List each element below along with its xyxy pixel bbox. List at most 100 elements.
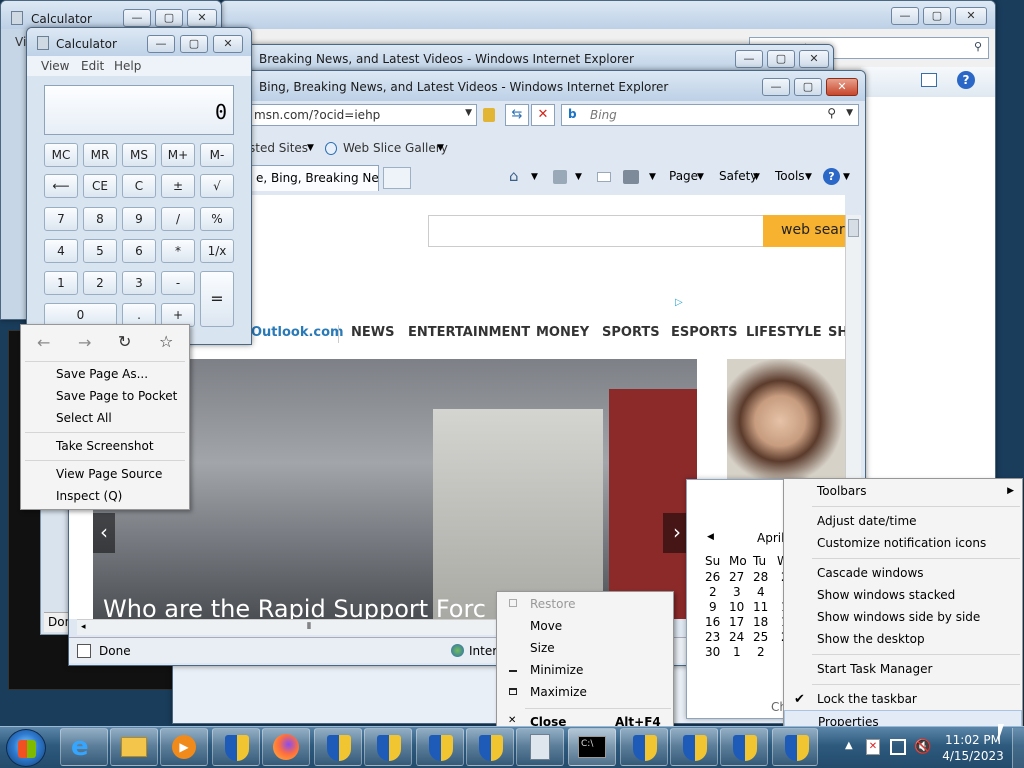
nav-lifestyle[interactable]: LIFESTYLE (746, 325, 822, 340)
select-all-item[interactable]: Select All (21, 407, 189, 429)
taskbar-explorer[interactable] (110, 728, 158, 766)
calendar-day[interactable]: 2 (757, 645, 765, 659)
nav-entertainment[interactable]: ENTERTAINMENT (408, 325, 530, 340)
calendar-day[interactable]: 18 (753, 615, 768, 629)
calculator-back-minimize-button[interactable]: — (123, 9, 151, 27)
horizontal-scrollbar[interactable]: ◂ ⦀ (77, 619, 497, 635)
calendar-day[interactable]: 26 (705, 570, 720, 584)
calendar-day[interactable]: 16 (705, 615, 720, 629)
dropdown-arrow-icon[interactable]: ▼ (531, 172, 538, 182)
show-hidden-icons[interactable]: ▲ (845, 740, 853, 751)
taskbar-uac-8[interactable] (720, 728, 768, 766)
maximize-item[interactable]: Maximize (497, 681, 673, 703)
taskbar-calculator[interactable] (516, 728, 564, 766)
calculator-minimize-button[interactable]: — (147, 35, 175, 53)
calendar-day[interactable]: 24 (729, 630, 744, 644)
dropdown-arrow-icon[interactable]: ▼ (843, 172, 850, 182)
bookmark-star-icon[interactable]: ☆ (159, 332, 173, 351)
nav-sports[interactable]: SPORTS (602, 325, 660, 340)
size-item[interactable]: Size (497, 637, 673, 659)
show-windows-side-by-side-item[interactable]: Show windows side by side (784, 606, 1022, 628)
dropdown-arrow-icon[interactable]: ▼ (753, 172, 760, 182)
side-photo[interactable] (727, 359, 845, 483)
show-desktop-button[interactable] (1012, 728, 1024, 768)
clear-button[interactable]: C (122, 174, 156, 198)
toolbars-item[interactable]: Toolbars (784, 480, 1022, 502)
divide-button[interactable]: / (161, 207, 195, 231)
show-desktop-item[interactable]: Show the desktop (784, 628, 1022, 650)
calendar-day[interactable]: 28 (753, 570, 768, 584)
ad-choices-icon[interactable]: ▷ (675, 297, 683, 308)
calendar-day[interactable]: 9 (709, 600, 717, 614)
mc-button[interactable]: MC (44, 143, 78, 167)
mail-icon[interactable] (597, 172, 611, 182)
feeds-icon[interactable] (553, 170, 567, 184)
safety-menu[interactable]: Safety (719, 169, 757, 183)
backspace-button[interactable]: ⟵ (44, 174, 78, 198)
calculator-menu-view[interactable]: View (41, 59, 69, 73)
view-page-source-item[interactable]: View Page Source (21, 463, 189, 485)
calculator-back-maximize-button[interactable]: ▢ (155, 9, 183, 27)
home-icon[interactable]: ⌂ (509, 167, 519, 185)
calculator-menu-help[interactable]: Help (114, 59, 141, 73)
lock-taskbar-item[interactable]: Lock the taskbar (784, 688, 1022, 710)
start-task-manager-item[interactable]: Start Task Manager (784, 658, 1022, 680)
calendar-day[interactable]: 25 (753, 630, 768, 644)
taskbar-uac-9[interactable] (772, 728, 818, 766)
dropdown-arrow-icon[interactable]: ▼ (575, 172, 582, 182)
save-to-pocket-item[interactable]: Save Page to Pocket (21, 385, 189, 407)
calculator-maximize-button[interactable]: ▢ (180, 35, 208, 53)
dropdown-arrow-icon[interactable]: ▼ (465, 108, 472, 118)
dropdown-arrow-icon[interactable]: ▼ (697, 172, 704, 182)
three-button[interactable]: 3 (122, 271, 156, 295)
hero-prev-button[interactable]: ‹ (93, 513, 115, 553)
nav-outlook[interactable]: Outlook.com (251, 325, 344, 340)
calculator-back-menu-view[interactable]: Vi (15, 35, 26, 49)
take-screenshot-item[interactable]: Take Screenshot (21, 435, 189, 457)
msn-search-input[interactable] (428, 215, 764, 247)
taskbar-cmd[interactable]: C:\ (568, 728, 616, 766)
calendar-day[interactable]: 17 (729, 615, 744, 629)
taskbar-uac-4[interactable] (416, 728, 464, 766)
scrollbar-grip[interactable]: ⦀ (307, 622, 311, 632)
start-button[interactable] (6, 729, 46, 767)
back-icon[interactable]: ← (37, 333, 50, 352)
calendar-day[interactable]: 2 (709, 585, 717, 599)
calendar-day[interactable]: 1 (733, 645, 741, 659)
two-button[interactable]: 2 (83, 271, 117, 295)
taskbar-uac-2[interactable] (314, 728, 362, 766)
six-button[interactable]: 6 (122, 239, 156, 263)
minimize-item[interactable]: Minimize (497, 659, 673, 681)
dropdown-arrow-icon[interactable]: ▼ (649, 172, 656, 182)
m-plus-button[interactable]: M+ (161, 143, 195, 167)
network-icon[interactable] (890, 739, 906, 755)
ie-back-maximize-button[interactable]: ▢ (767, 50, 795, 68)
calendar-day[interactable]: 23 (705, 630, 720, 644)
plus-minus-button[interactable]: ± (161, 174, 195, 198)
help-icon[interactable]: ? (957, 71, 975, 89)
percent-button[interactable]: % (200, 207, 234, 231)
ie-maximize-button[interactable]: ▢ (794, 78, 822, 96)
ie-tab[interactable]: e, Bing, Breaking Ne... (247, 165, 379, 191)
volume-icon[interactable]: 🔇 (914, 739, 931, 755)
ie-search-box[interactable]: b Bing ⚲ ▼ (561, 104, 859, 126)
ie-close-button[interactable]: ✕ (826, 78, 858, 96)
nine-button[interactable]: 9 (122, 207, 156, 231)
show-windows-stacked-item[interactable]: Show windows stacked (784, 584, 1022, 606)
taskbar-uac-3[interactable] (364, 728, 412, 766)
favorites-web-slice-gallery[interactable]: Web Slice Gallery (343, 141, 448, 155)
calculator-back-close-button[interactable]: ✕ (187, 9, 217, 27)
inspect-item[interactable]: Inspect (Q) (21, 485, 189, 507)
refresh-icon[interactable]: ⇆ (505, 104, 529, 126)
preview-pane-icon[interactable] (921, 73, 937, 87)
calendar-day[interactable]: 27 (729, 570, 744, 584)
calendar-prev-icon[interactable]: ◀ (707, 532, 714, 542)
web-search-button[interactable]: web searc (763, 215, 845, 247)
calendar-day[interactable]: 10 (729, 600, 744, 614)
ie-address-bar[interactable]: msn.com/?ocid=iehp ▼ (249, 104, 477, 126)
multiply-button[interactable]: * (161, 239, 195, 263)
stop-icon[interactable]: ✕ (531, 104, 555, 126)
nav-money[interactable]: MONEY (536, 325, 589, 340)
cascade-windows-item[interactable]: Cascade windows (784, 562, 1022, 584)
taskbar-uac-7[interactable] (670, 728, 718, 766)
